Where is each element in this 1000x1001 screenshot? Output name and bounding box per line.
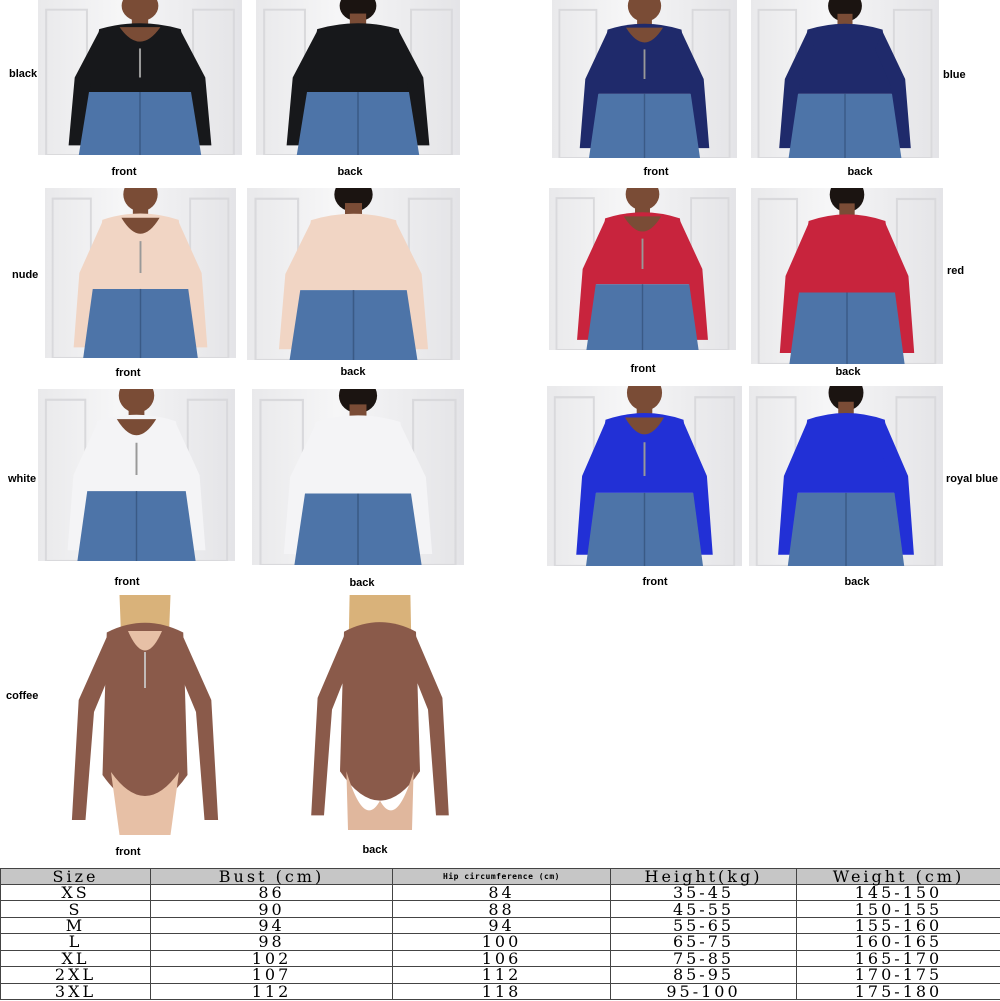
photo-white-front [38,389,235,561]
garment-illustration [60,595,230,835]
size-cell: XL [1,950,151,966]
hip-cell: 106 [393,950,611,966]
hip-cell: 84 [393,885,611,901]
height-cell: 95-100 [611,983,797,999]
caption-front: front [643,166,668,178]
caption-back: back [340,366,365,378]
garment-illustration [751,188,943,364]
photo-royal-blue-back [749,386,943,566]
bust-cell: 86 [151,885,393,901]
table-row: M949455-65155-160 [1,917,1000,933]
size-cell: L [1,934,151,950]
header-bust: Bust (cm) [151,869,393,885]
garment-illustration [247,188,460,360]
weight-cell: 175-180 [797,983,1000,999]
photo-blue-front [552,0,737,158]
bust-cell: 90 [151,901,393,917]
weight-cell: 170-175 [797,967,1000,983]
garment-illustration [256,0,460,155]
height-cell: 55-65 [611,917,797,933]
header-height: Height(kg) [611,869,797,885]
photo-black-front [38,0,242,155]
color-label-black: black [9,68,37,80]
garment-illustration [300,595,460,830]
height-cell: 45-55 [611,901,797,917]
color-label-royal-blue: royal blue [946,473,998,485]
bust-cell: 102 [151,950,393,966]
caption-back: back [349,577,374,589]
caption-back: back [362,844,387,856]
photo-nude-back [247,188,460,360]
size-chart-table: Size Bust (cm) Hip circumference (cm) He… [0,868,1000,1000]
hip-cell: 118 [393,983,611,999]
header-weight: Weight (cm) [797,869,1000,885]
height-cell: 75-85 [611,950,797,966]
photo-royal-blue-front [547,386,742,566]
photo-nude-front [45,188,236,358]
photo-black-back [256,0,460,155]
height-cell: 35-45 [611,885,797,901]
weight-cell: 160-165 [797,934,1000,950]
caption-back: back [337,166,362,178]
size-cell: 3XL [1,983,151,999]
caption-back: back [847,166,872,178]
color-label-blue: blue [943,69,966,81]
garment-illustration [751,0,939,158]
table-header-row: Size Bust (cm) Hip circumference (cm) He… [1,869,1000,885]
size-cell: XS [1,885,151,901]
bust-cell: 112 [151,983,393,999]
table-row: 3XL11211895-100175-180 [1,983,1000,999]
size-cell: M [1,917,151,933]
garment-illustration [38,0,242,155]
color-label-coffee: coffee [6,690,38,702]
caption-back: back [835,366,860,378]
garment-illustration [549,188,736,350]
photo-red-front [549,188,736,350]
height-cell: 85-95 [611,967,797,983]
hip-cell: 100 [393,934,611,950]
hip-cell: 112 [393,967,611,983]
caption-front: front [111,166,136,178]
color-label-red: red [947,265,964,277]
table-row: XS868435-45145-150 [1,885,1000,901]
photo-coffee-back [300,595,460,830]
color-label-nude: nude [12,269,38,281]
caption-front: front [114,576,139,588]
table-row: XL10210675-85165-170 [1,950,1000,966]
bust-cell: 94 [151,917,393,933]
table-row: L9810065-75160-165 [1,934,1000,950]
photo-white-back [252,389,464,565]
header-hip: Hip circumference (cm) [393,869,611,885]
size-cell: 2XL [1,967,151,983]
hip-cell: 94 [393,917,611,933]
weight-cell: 145-150 [797,885,1000,901]
header-size: Size [1,869,151,885]
photo-blue-back [751,0,939,158]
table-row: S908845-55150-155 [1,901,1000,917]
weight-cell: 150-155 [797,901,1000,917]
color-label-white: white [8,473,36,485]
photo-red-back [751,188,943,364]
garment-illustration [45,188,236,358]
hip-cell: 88 [393,901,611,917]
bust-cell: 107 [151,967,393,983]
height-cell: 65-75 [611,934,797,950]
garment-illustration [252,389,464,565]
photo-coffee-front [60,595,230,835]
caption-front: front [115,846,140,858]
garment-illustration [38,389,235,561]
caption-front: front [642,576,667,588]
bust-cell: 98 [151,934,393,950]
garment-illustration [552,0,737,158]
garment-illustration [547,386,742,566]
caption-back: back [844,576,869,588]
caption-front: front [115,367,140,379]
weight-cell: 165-170 [797,950,1000,966]
caption-front: front [630,363,655,375]
weight-cell: 155-160 [797,917,1000,933]
size-cell: S [1,901,151,917]
table-row: 2XL10711285-95170-175 [1,967,1000,983]
garment-illustration [749,386,943,566]
